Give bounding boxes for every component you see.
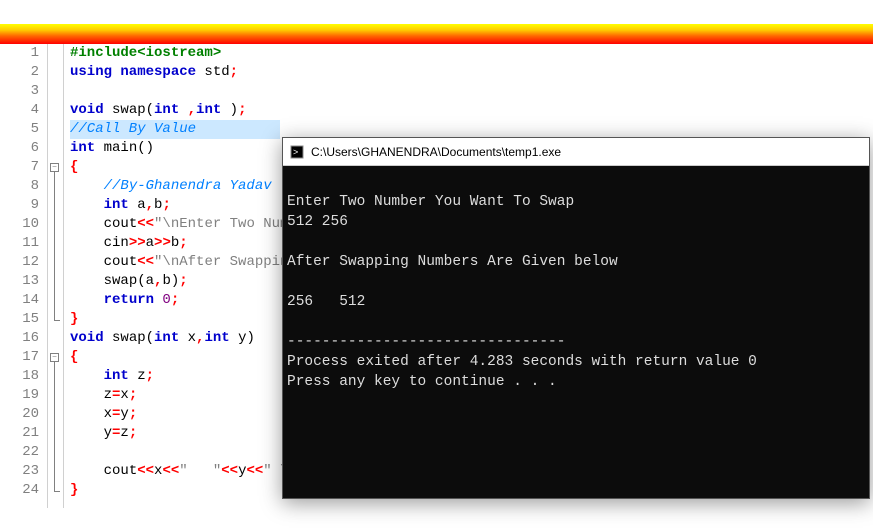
line-number: 23	[0, 462, 39, 481]
fold-toggle-icon[interactable]: −	[50, 163, 59, 172]
fold-end-icon	[54, 320, 60, 321]
line-number: 17	[0, 348, 39, 367]
line-number: 8	[0, 177, 39, 196]
line-number: 18	[0, 367, 39, 386]
console-window[interactable]: > C:\Users\GHANENDRA\Documents\temp1.exe…	[282, 137, 870, 499]
line-number: 14	[0, 291, 39, 310]
line-number: 15	[0, 310, 39, 329]
line-number: 10	[0, 215, 39, 234]
code-line[interactable]: using namespace std;	[70, 63, 873, 82]
line-number: 2	[0, 63, 39, 82]
line-number: 16	[0, 329, 39, 348]
line-number-gutter: 123456789101112131415161718192021222324	[0, 44, 48, 508]
console-title-text: C:\Users\GHANENDRA\Documents\temp1.exe	[311, 145, 561, 159]
line-number: 6	[0, 139, 39, 158]
line-number: 5	[0, 120, 39, 139]
line-number: 4	[0, 101, 39, 120]
svg-text:>: >	[293, 147, 298, 157]
line-number: 22	[0, 443, 39, 462]
line-number: 1	[0, 44, 39, 63]
fold-end-icon	[54, 491, 60, 492]
line-number: 24	[0, 481, 39, 500]
line-number: 12	[0, 253, 39, 272]
fold-guide-line	[54, 362, 55, 491]
line-number: 9	[0, 196, 39, 215]
line-number: 21	[0, 424, 39, 443]
gradient-header-bar	[0, 24, 873, 44]
console-titlebar[interactable]: > C:\Users\GHANENDRA\Documents\temp1.exe	[283, 138, 869, 166]
line-number: 3	[0, 82, 39, 101]
console-app-icon: >	[289, 144, 305, 160]
code-line[interactable]: #include<iostream>	[70, 44, 873, 63]
fold-toggle-icon[interactable]: −	[50, 353, 59, 362]
code-line[interactable]	[70, 82, 873, 101]
fold-guide-line	[54, 172, 55, 320]
line-number: 19	[0, 386, 39, 405]
line-number: 20	[0, 405, 39, 424]
code-line[interactable]: void swap(int ,int );	[70, 101, 873, 120]
line-number: 7	[0, 158, 39, 177]
fold-column[interactable]: −−	[48, 44, 64, 508]
line-number: 13	[0, 272, 39, 291]
line-number: 11	[0, 234, 39, 253]
console-output[interactable]: Enter Two Number You Want To Swap 512 25…	[283, 166, 869, 498]
